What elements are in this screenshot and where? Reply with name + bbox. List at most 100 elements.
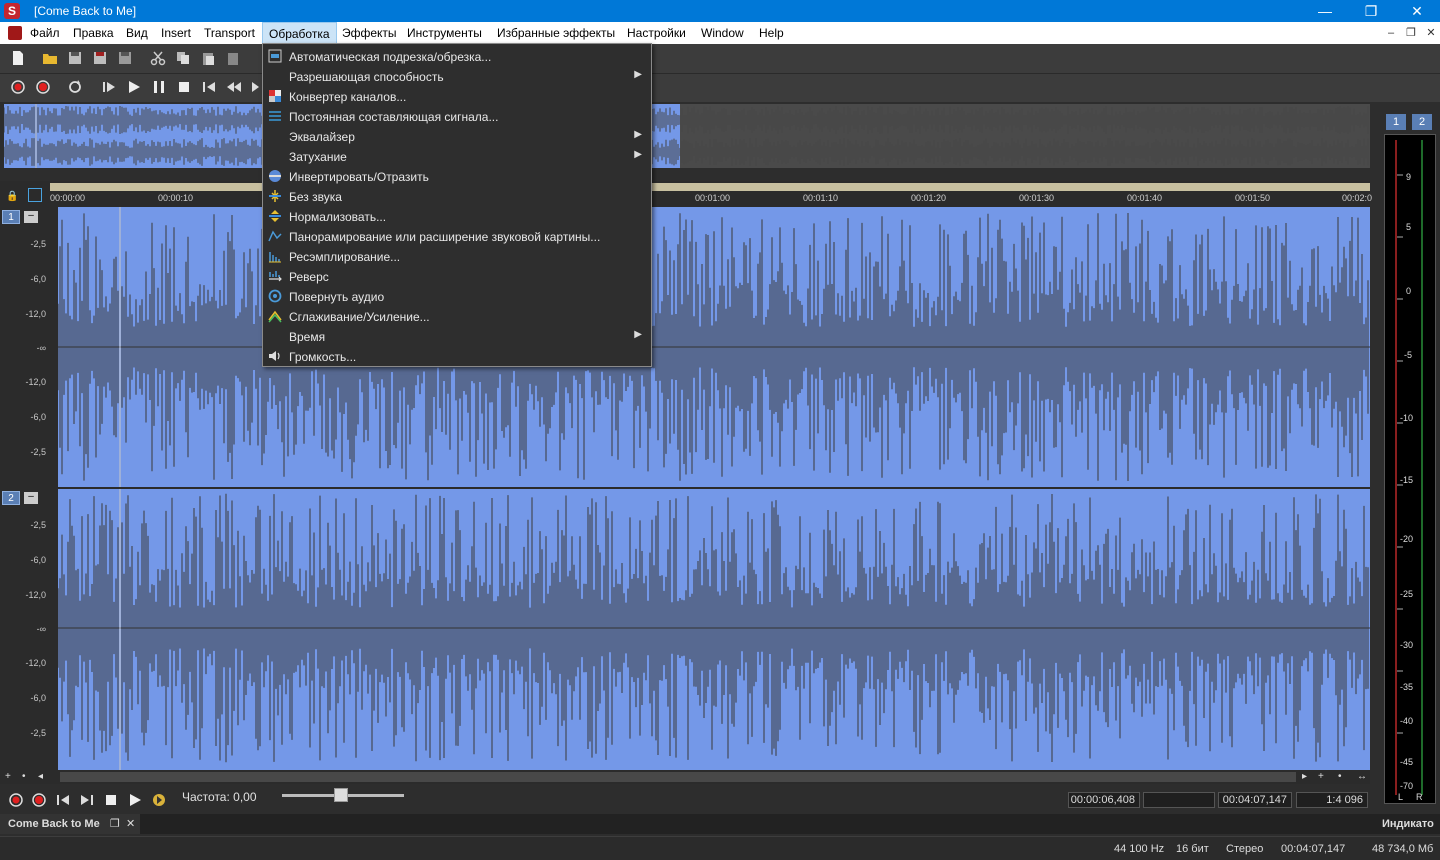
menu-item-bit-depth[interactable]: Разрешающая способность ▶ [264,66,650,86]
meter-channel-2-button[interactable]: 2 [1412,114,1432,130]
channels-status[interactable]: Стерео [1226,843,1263,855]
menu-item-resample[interactable]: Ресэмплирование... [264,246,650,266]
menu-edit[interactable]: Правка [67,22,120,44]
volume-icon [269,351,280,361]
horizontal-scrollbar[interactable]: + • ◂ ▸ + • ↔ [0,770,1370,784]
save-icon[interactable] [67,50,83,66]
mdi-close-button[interactable]: ✕ [1424,26,1438,40]
menu-item-reverse[interactable]: Реверс [264,266,650,286]
cursor-position-field[interactable]: 00:00:06,408 [1068,792,1140,808]
zoom-in-horizontal-button[interactable]: + [1318,770,1324,784]
mdi-minimize-button[interactable]: – [1384,26,1398,40]
channel-2-minimize-button[interactable]: – [24,492,38,504]
scroll-thumb[interactable] [60,772,1296,782]
menu-item-label: Нормализовать... [289,210,387,224]
stop-icon[interactable] [176,79,192,95]
bit-depth-status[interactable]: 16 бит [1176,843,1209,855]
scroll-left-button[interactable]: ◂ [38,770,43,784]
close-tab-icon[interactable]: ✕ [126,814,135,834]
save-all-icon[interactable] [117,50,133,66]
length-field[interactable]: 00:04:07,147 [1218,792,1292,808]
meter-channel-1-button[interactable]: 1 [1386,114,1406,130]
menu-item-pan[interactable]: Панорамирование или расширение звуковой … [264,226,650,246]
zoom-fit-button[interactable]: ↔ [1357,770,1367,784]
overview-waveform[interactable] [4,104,1370,168]
zoom-ratio-field[interactable]: 1:4 096 [1296,792,1368,808]
menu-item-label: Конвертер каналов... [289,90,407,104]
menu-item-invert[interactable]: Инвертировать/Отразить [264,166,650,186]
mix-paste-icon[interactable] [225,50,241,66]
status-bar: 44 100 Hz 16 бит Стерео 00:04:07,147 48 … [0,836,1440,860]
scroll-right-button[interactable]: ▸ [1302,770,1307,784]
zoom-out-horizontal-button[interactable]: • [1338,770,1342,784]
menu-help[interactable]: Help [753,22,790,44]
menu-settings[interactable]: Настройки [621,22,692,44]
channel-2-badge[interactable]: 2 [2,491,20,505]
cut-icon[interactable] [150,50,166,66]
menu-item-volume[interactable]: Громкость... [264,346,650,366]
menu-item-smooth-enhance[interactable]: Сглаживание/Усиление... [264,306,650,326]
paste-icon[interactable] [200,50,216,66]
go-to-start-icon[interactable] [55,792,71,808]
open-folder-icon[interactable] [42,50,58,66]
menu-item-channel-converter[interactable]: Конвертер каналов... [264,86,650,106]
rewind-icon[interactable] [226,79,242,95]
sample-rate-status[interactable]: 44 100 Hz [1114,843,1164,855]
menu-insert[interactable]: Insert [155,22,197,44]
record-to-new-icon[interactable] [8,792,24,808]
record-icon[interactable] [31,792,47,808]
snap-icon[interactable] [28,188,42,202]
close-button[interactable]: ✕ [1394,0,1440,22]
menu-item-dc-offset[interactable]: Постоянная составляющая сигнала... [264,106,650,126]
channel-1-minimize-button[interactable]: – [24,211,38,223]
document-icon[interactable] [8,26,22,40]
menu-item-mute[interactable]: Без звука [264,186,650,206]
menu-favorites[interactable]: Избранные эффекты [491,22,621,44]
maximize-button[interactable]: ❐ [1348,0,1394,22]
mdi-restore-button[interactable]: ❐ [1404,26,1418,40]
scrub-icon[interactable] [151,792,167,808]
play-from-start-icon[interactable] [101,79,117,95]
time-ruler[interactable]: 🔒 00:00:00 00:00:10 00:01:00 00:01:10 00… [0,181,1372,207]
waveform-display[interactable] [58,207,1370,770]
marker-bar[interactable] [50,183,1370,191]
copy-icon[interactable] [175,50,191,66]
menu-transport[interactable]: Transport [198,22,261,44]
go-to-start-icon[interactable] [201,79,217,95]
play-icon[interactable] [126,79,142,95]
save-as-icon[interactable] [92,50,108,66]
minimize-button[interactable]: — [1302,0,1348,22]
document-tab-label: Come Back to Me [8,818,100,830]
menu-item-normalize[interactable]: Нормализовать... [264,206,650,226]
stop-icon[interactable] [103,792,119,808]
selection-field[interactable] [1143,792,1215,808]
record-to-new-icon[interactable] [10,79,26,95]
play-icon[interactable] [127,792,143,808]
channel-1-badge[interactable]: 1 [2,210,20,224]
menu-item-fade[interactable]: Затухание ▶ [264,146,650,166]
zoom-in-button[interactable]: • [22,770,26,784]
mute-icon [269,190,281,202]
pause-icon[interactable] [151,79,167,95]
lock-icon[interactable]: 🔒 [6,191,18,202]
menu-item-equalizer[interactable]: Эквалайзер ▶ [264,126,650,146]
menu-item-auto-trim[interactable]: Автоматическая подрезка/обрезка... [264,46,650,66]
zoom-out-button[interactable]: + [5,770,11,784]
record-icon[interactable] [35,79,51,95]
menu-file[interactable]: Файл [24,22,66,44]
loop-icon[interactable] [67,79,83,95]
app-logo-icon[interactable]: S [4,3,20,19]
menu-tools[interactable]: Инструменты [401,22,488,44]
menu-window[interactable]: Window [695,22,750,44]
restore-icon[interactable]: ❐ [110,814,120,834]
menu-effects[interactable]: Эффекты [336,22,403,44]
menu-item-time[interactable]: Время ▶ [264,326,650,346]
playback-rate-slider-knob[interactable] [334,788,348,802]
new-file-icon[interactable] [10,50,26,66]
menu-item-rotate-audio[interactable]: Повернуть аудио [264,286,650,306]
go-to-end-icon[interactable] [79,792,95,808]
menu-view[interactable]: Вид [120,22,154,44]
meter-display [1384,134,1436,804]
document-tab[interactable]: Come Back to Me ❐ ✕ [0,814,140,834]
menu-process[interactable]: Обработка [262,22,337,44]
